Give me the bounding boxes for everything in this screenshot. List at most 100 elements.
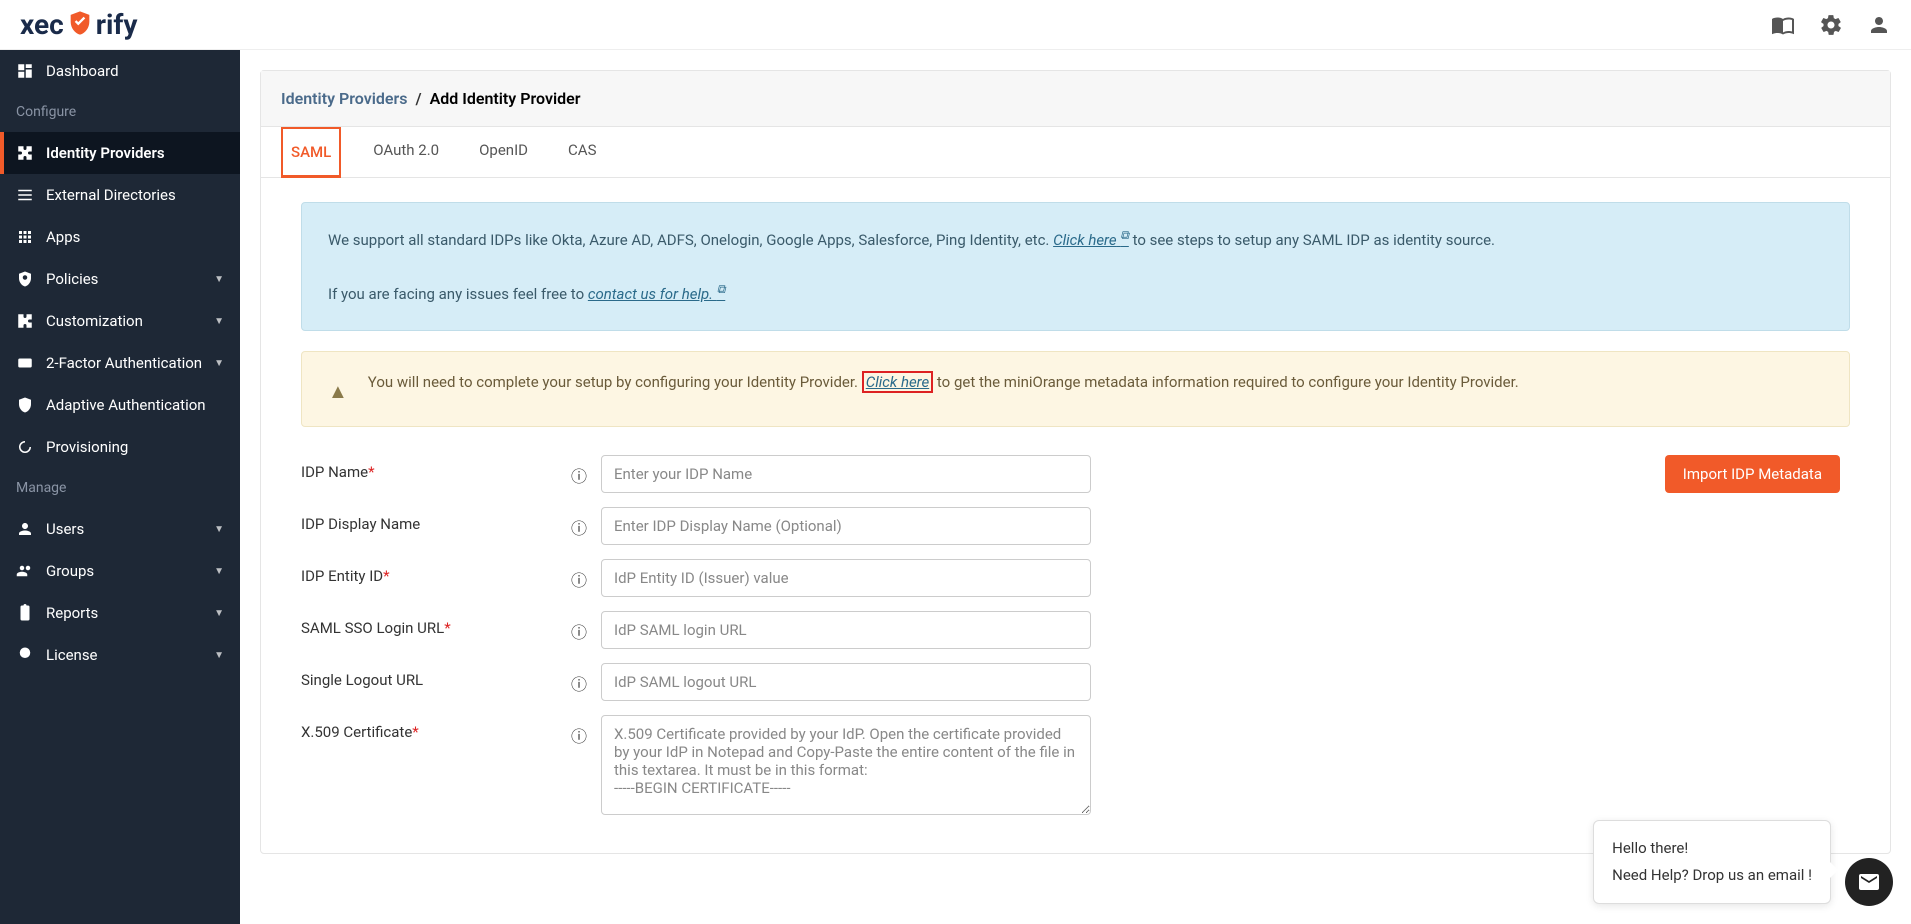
chat-button[interactable] [1845, 858, 1893, 906]
chat-popup: Hello there! Need Help? Drop us an email… [1593, 820, 1831, 904]
user-icon[interactable] [1867, 13, 1891, 37]
nav-provisioning[interactable]: Provisioning [0, 426, 240, 468]
external-link-icon: ⧉ [1120, 228, 1129, 242]
label-idp-entity: IDP Entity ID* [301, 559, 571, 585]
docs-icon[interactable] [1771, 13, 1795, 37]
label-sso-url: SAML SSO Login URL* [301, 611, 571, 637]
nav-groups[interactable]: Groups ▼ [0, 550, 240, 592]
chevron-down-icon: ▼ [214, 316, 224, 327]
info-icon[interactable]: ⓘ [571, 559, 601, 591]
nav-users[interactable]: Users ▼ [0, 508, 240, 550]
chevron-down-icon: ▼ [214, 608, 224, 619]
breadcrumb-current: Add Identity Provider [430, 89, 581, 108]
puzzle-icon [16, 144, 34, 162]
input-idp-entity[interactable] [601, 559, 1091, 597]
breadcrumb-parent[interactable]: Identity Providers [281, 89, 408, 108]
popup-caret [1830, 862, 1838, 878]
badge-icon [16, 646, 34, 664]
warn-text: You will need to complete your setup by … [368, 373, 862, 391]
logo[interactable]: xec rify [20, 8, 137, 41]
input-idp-display[interactable] [601, 507, 1091, 545]
nav-customization[interactable]: Customization ▼ [0, 300, 240, 342]
sidebar: Dashboard Configure Identity Providers E… [0, 50, 240, 924]
nav-identity-providers[interactable]: Identity Providers [0, 132, 240, 174]
nav-label: External Directories [46, 186, 176, 204]
section-configure: Configure [0, 92, 240, 132]
list-icon [16, 186, 34, 204]
nav-label: Provisioning [46, 438, 128, 456]
link-metadata[interactable]: Click here [862, 371, 933, 393]
label-idp-display: IDP Display Name [301, 507, 571, 533]
label-cert: X.509 Certificate* [301, 715, 571, 741]
sync-icon [16, 438, 34, 456]
chat-greeting: Hello there! [1612, 835, 1812, 862]
chevron-down-icon: ▼ [214, 524, 224, 535]
input-sso-url[interactable] [601, 611, 1091, 649]
nav-label: Reports [46, 604, 98, 622]
key-icon [16, 354, 34, 372]
clipboard-icon [16, 604, 34, 622]
nav-dashboard[interactable]: Dashboard [0, 50, 240, 92]
info-icon[interactable]: ⓘ [571, 715, 601, 747]
nav-label: Adaptive Authentication [46, 396, 206, 414]
info-text: We support all standard IDPs like Okta, … [328, 231, 1053, 249]
info-box: We support all standard IDPs like Okta, … [301, 202, 1850, 331]
chevron-down-icon: ▼ [214, 274, 224, 285]
info-icon[interactable]: ⓘ [571, 507, 601, 539]
info-icon[interactable]: ⓘ [571, 455, 601, 487]
nav-label: Policies [46, 270, 98, 288]
tab-content: We support all standard IDPs like Okta, … [261, 178, 1890, 853]
input-slo-url[interactable] [601, 663, 1091, 701]
link-contact-help[interactable]: contact us for help. ⧉ [588, 285, 725, 303]
import-metadata-button[interactable]: Import IDP Metadata [1665, 455, 1840, 493]
chevron-down-icon: ▼ [214, 566, 224, 577]
nav-reports[interactable]: Reports ▼ [0, 592, 240, 634]
topbar: xec rify [0, 0, 1911, 50]
nav-policies[interactable]: Policies ▼ [0, 258, 240, 300]
nav-label: Users [46, 520, 84, 538]
nav-external-directories[interactable]: External Directories [0, 174, 240, 216]
chevron-down-icon: ▼ [214, 650, 224, 661]
warning-icon: ▲ [328, 374, 348, 408]
topbar-actions [1771, 13, 1891, 37]
nav-label: License [46, 646, 98, 664]
nav-label: Customization [46, 312, 143, 330]
main-content: Identity Providers / Add Identity Provid… [240, 50, 1911, 924]
breadcrumb-sep: / [415, 89, 421, 108]
row-slo-url: Single Logout URL ⓘ [301, 663, 1850, 701]
row-idp-entity: IDP Entity ID* ⓘ [301, 559, 1850, 597]
info-text: If you are facing any issues feel free t… [328, 285, 588, 303]
nav-label: Apps [46, 228, 80, 246]
breadcrumb: Identity Providers / Add Identity Provid… [261, 71, 1890, 127]
tab-openid[interactable]: OpenID [471, 127, 536, 177]
nav-2fa[interactable]: 2-Factor Authentication▼ [0, 342, 240, 384]
warn-text: to get the miniOrange metadata informati… [937, 373, 1519, 391]
nav-apps[interactable]: Apps [0, 216, 240, 258]
info-icon[interactable]: ⓘ [571, 663, 601, 695]
tab-cas[interactable]: CAS [560, 127, 604, 177]
nav-label: Identity Providers [46, 144, 165, 162]
tab-saml[interactable]: SAML [281, 127, 341, 178]
chat-message: Need Help? Drop us an email ! [1612, 862, 1812, 889]
dashboard-icon [16, 62, 34, 80]
logo-text-2: rify [96, 8, 138, 41]
grid-icon [16, 228, 34, 246]
nav-label: Groups [46, 562, 94, 580]
puzzle-icon [16, 312, 34, 330]
row-cert: X.509 Certificate* ⓘ [301, 715, 1850, 815]
group-icon [16, 562, 34, 580]
nav-license[interactable]: License ▼ [0, 634, 240, 676]
input-idp-name[interactable] [601, 455, 1091, 493]
link-setup-steps[interactable]: Click here ⧉ [1053, 231, 1129, 249]
info-icon[interactable]: ⓘ [571, 611, 601, 643]
nav-label: 2-Factor Authentication [46, 354, 202, 372]
shield-check-icon [16, 396, 34, 414]
gear-icon[interactable] [1819, 13, 1843, 37]
nav-adaptive-auth[interactable]: Adaptive Authentication [0, 384, 240, 426]
shield-gear-icon [16, 270, 34, 288]
row-sso-url: SAML SSO Login URL* ⓘ [301, 611, 1850, 649]
tab-oauth[interactable]: OAuth 2.0 [365, 127, 447, 177]
card: Identity Providers / Add Identity Provid… [260, 70, 1891, 854]
textarea-cert[interactable] [601, 715, 1091, 815]
row-idp-display: IDP Display Name ⓘ [301, 507, 1850, 545]
